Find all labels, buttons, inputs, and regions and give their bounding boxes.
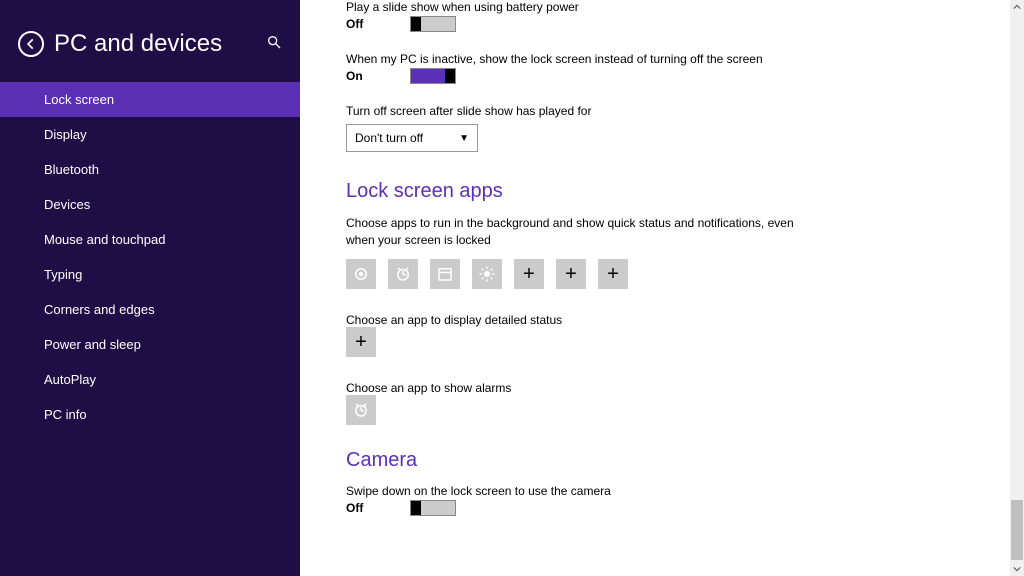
circle-icon	[352, 265, 370, 283]
plus-icon: +	[565, 264, 577, 284]
camera-desc: Swipe down on the lock screen to use the…	[346, 484, 978, 498]
inactive-lockscreen-toggle[interactable]	[410, 68, 456, 84]
plus-icon: +	[607, 264, 619, 284]
slideshow-battery-toggle[interactable]	[410, 16, 456, 32]
sidebar-item-autoplay[interactable]: AutoPlay	[0, 362, 300, 397]
sidebar-header: PC and devices	[0, 0, 300, 82]
page-title: PC and devices	[54, 30, 266, 58]
sidebar-item-mouse-touchpad[interactable]: Mouse and touchpad	[0, 222, 300, 257]
camera-value: Off	[346, 501, 382, 515]
alarms-app-label: Choose an app to show alarms	[346, 381, 978, 395]
chevron-down-icon: ▼	[459, 133, 469, 144]
scroll-thumb[interactable]	[1011, 500, 1023, 560]
plus-icon: +	[355, 332, 367, 352]
alarms-app-tiles	[346, 395, 978, 425]
scrollbar[interactable]	[1010, 0, 1024, 576]
sidebar-item-typing[interactable]: Typing	[0, 257, 300, 292]
scroll-up-button[interactable]	[1010, 0, 1024, 14]
sidebar-item-corners-edges[interactable]: Corners and edges	[0, 292, 300, 327]
app-tile-2[interactable]	[388, 259, 418, 289]
sidebar-item-lock-screen[interactable]: Lock screen	[0, 82, 300, 117]
sidebar-nav: Lock screen Display Bluetooth Devices Mo…	[0, 82, 300, 432]
search-button[interactable]	[266, 34, 282, 55]
sidebar: PC and devices Lock screen Display Bluet…	[0, 0, 300, 576]
calendar-icon	[436, 265, 454, 283]
alarm-icon	[394, 265, 412, 283]
chevron-up-icon	[1013, 3, 1021, 11]
app-tile-add-1[interactable]: +	[514, 259, 544, 289]
slideshow-battery-row: Off	[346, 16, 978, 32]
inactive-lockscreen-value: On	[346, 69, 382, 83]
sidebar-item-bluetooth[interactable]: Bluetooth	[0, 152, 300, 187]
camera-toggle[interactable]	[410, 500, 456, 516]
turnoff-after-label: Turn off screen after slide show has pla…	[346, 104, 978, 118]
toggle-knob	[411, 17, 421, 31]
alarm-icon	[352, 401, 370, 419]
app-tile-add-2[interactable]: +	[556, 259, 586, 289]
sun-icon	[478, 265, 496, 283]
inactive-lockscreen-row: On	[346, 68, 978, 84]
search-icon	[266, 34, 282, 50]
scroll-down-button[interactable]	[1010, 562, 1024, 576]
back-arrow-icon	[24, 37, 38, 51]
back-button[interactable]	[18, 31, 44, 57]
chevron-down-icon	[1013, 565, 1021, 573]
plus-icon: +	[523, 264, 535, 284]
lock-screen-apps-title: Lock screen apps	[346, 180, 978, 203]
slideshow-battery-value: Off	[346, 17, 382, 31]
app-tile-4[interactable]	[472, 259, 502, 289]
turnoff-after-select[interactable]: Don't turn off ▼	[346, 124, 478, 152]
sidebar-item-display[interactable]: Display	[0, 117, 300, 152]
camera-title: Camera	[346, 449, 978, 472]
sidebar-item-devices[interactable]: Devices	[0, 187, 300, 222]
toggle-knob	[411, 501, 421, 515]
sidebar-item-power-sleep[interactable]: Power and sleep	[0, 327, 300, 362]
alarms-app-tile[interactable]	[346, 395, 376, 425]
main-content: Play a slide show when using battery pow…	[300, 0, 1024, 576]
lock-screen-apps-desc: Choose apps to run in the background and…	[346, 215, 806, 249]
app-tile-3[interactable]	[430, 259, 460, 289]
inactive-lockscreen-label: When my PC is inactive, show the lock sc…	[346, 52, 978, 66]
app-tile-add-3[interactable]: +	[598, 259, 628, 289]
detailed-status-label: Choose an app to display detailed status	[346, 313, 978, 327]
turnoff-after-selected: Don't turn off	[355, 131, 423, 145]
detailed-status-add[interactable]: +	[346, 327, 376, 357]
camera-row: Off	[346, 500, 978, 516]
detailed-status-tiles: +	[346, 327, 978, 357]
app-tile-1[interactable]	[346, 259, 376, 289]
slideshow-battery-label: Play a slide show when using battery pow…	[346, 0, 978, 14]
quick-status-app-tiles: + + +	[346, 259, 978, 289]
sidebar-item-pc-info[interactable]: PC info	[0, 397, 300, 432]
toggle-knob	[445, 69, 455, 83]
